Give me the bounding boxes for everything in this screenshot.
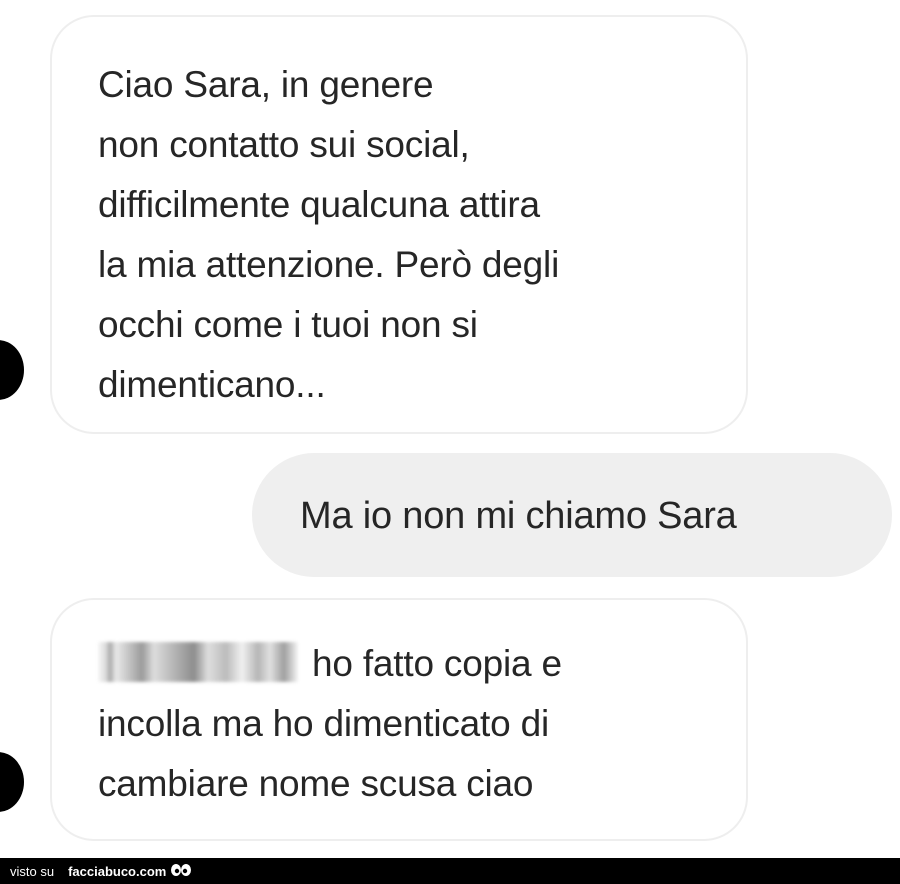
message-line: occhi come i tuoi non si xyxy=(98,304,478,345)
message-line: difficilmente qualcuna attira xyxy=(98,184,540,225)
outgoing-message-bubble[interactable]: Ma io non mi chiamo Sara xyxy=(252,453,892,577)
chat-thread: Ciao Sara, in genere non contatto sui so… xyxy=(0,0,900,858)
watermark-prefix: visto su xyxy=(10,863,55,879)
message-line-first: ho fatto copia e xyxy=(98,634,706,694)
watermark-bar: visto su facciabuco.com xyxy=(0,858,900,884)
message-line: Ciao Sara, in genere xyxy=(98,64,434,105)
message-line: la mia attenzione. Però degli xyxy=(98,244,560,285)
message-line: dimenticano... xyxy=(98,364,326,405)
incoming-message-bubble[interactable]: Ciao Sara, in genere non contatto sui so… xyxy=(50,15,748,434)
message-text: Ma io non mi chiamo Sara xyxy=(300,495,737,537)
sender-avatar[interactable] xyxy=(0,340,24,400)
incoming-message-bubble[interactable]: ho fatto copia e incolla ma ho dimentica… xyxy=(50,598,748,841)
eyes-logo-icon xyxy=(170,863,192,879)
message-line: cambiare nome scusa ciao xyxy=(98,763,534,804)
watermark-site[interactable]: facciabuco.com xyxy=(68,864,166,879)
message-line: ho fatto copia e xyxy=(312,643,562,684)
message-line: non contatto sui social, xyxy=(98,124,470,165)
redacted-name-blur xyxy=(98,642,298,682)
sender-avatar[interactable] xyxy=(0,752,24,812)
message-line: incolla ma ho dimenticato di xyxy=(98,703,549,744)
